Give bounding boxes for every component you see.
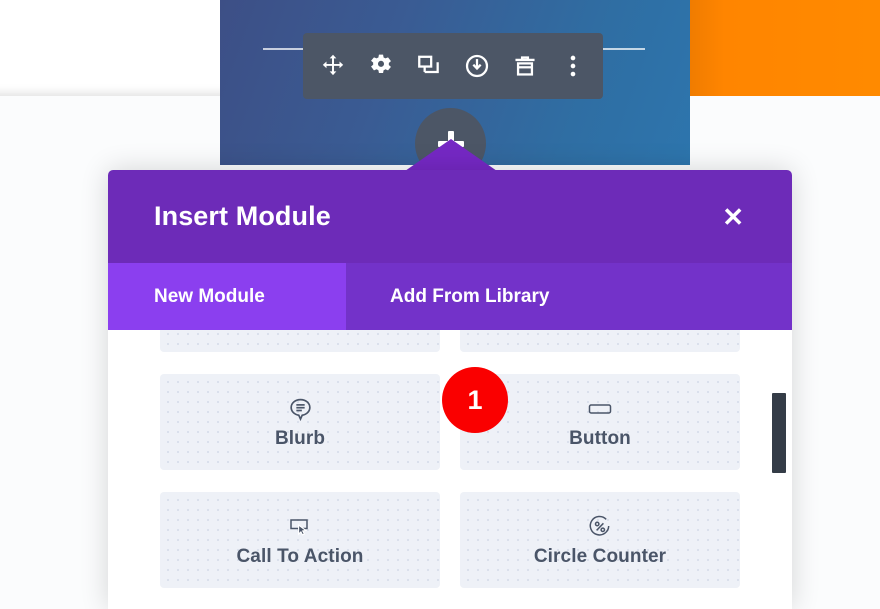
module-row: Call To Action Circle Counter bbox=[160, 492, 740, 588]
module-row-partial bbox=[160, 330, 740, 352]
settings-button[interactable] bbox=[362, 47, 400, 85]
step-badge: 1 bbox=[442, 367, 508, 433]
modal-header: Insert Module ✕ bbox=[108, 170, 792, 263]
more-options-button[interactable] bbox=[554, 47, 592, 85]
speech-bubble-lines-icon bbox=[287, 394, 314, 424]
rectangle-cursor-icon bbox=[286, 512, 314, 542]
delete-button[interactable] bbox=[506, 47, 544, 85]
close-icon[interactable]: ✕ bbox=[720, 200, 746, 234]
section-rule-left bbox=[263, 48, 308, 50]
modal-tab-bar: New Module Add From Library bbox=[108, 263, 792, 330]
duplicate-icon bbox=[416, 53, 442, 79]
module-card[interactable] bbox=[160, 330, 440, 352]
module-card-circle-counter[interactable]: Circle Counter bbox=[460, 492, 740, 588]
modal-pointer-arrow bbox=[405, 139, 497, 171]
tab-new-module[interactable]: New Module bbox=[108, 263, 346, 330]
more-vertical-icon bbox=[560, 53, 586, 79]
scrollbar-thumb[interactable] bbox=[772, 393, 786, 473]
tab-add-from-library[interactable]: Add From Library bbox=[346, 263, 792, 330]
power-icon bbox=[464, 53, 490, 79]
percent-circle-icon bbox=[586, 512, 614, 542]
rounded-rectangle-icon bbox=[586, 394, 614, 424]
module-card-blurb[interactable]: Blurb bbox=[160, 374, 440, 470]
module-grid: Blurb Button Call To Action Circle Count… bbox=[108, 330, 792, 609]
section-rule-right bbox=[600, 48, 645, 50]
orange-section-block bbox=[690, 0, 880, 96]
module-list-panel: Blurb Button Call To Action Circle Count… bbox=[108, 330, 792, 609]
disable-button[interactable] bbox=[458, 47, 496, 85]
module-card-label: Button bbox=[569, 428, 631, 449]
module-settings-toolbar[interactable] bbox=[303, 33, 603, 99]
trash-icon bbox=[512, 53, 538, 79]
module-card-label: Blurb bbox=[274, 428, 326, 449]
module-card[interactable] bbox=[460, 330, 740, 352]
tab-add-from-library-label: Add From Library bbox=[390, 285, 550, 307]
tab-new-module-label: New Module bbox=[154, 285, 265, 307]
module-card-call-to-action[interactable]: Call To Action bbox=[160, 492, 440, 588]
move-icon bbox=[320, 53, 346, 79]
duplicate-button[interactable] bbox=[410, 47, 448, 85]
modules-scrollbar[interactable] bbox=[772, 330, 786, 609]
module-card-label: Call To Action bbox=[236, 546, 364, 567]
builder-screen: Insert Module ✕ New Module Add From Libr… bbox=[0, 0, 880, 609]
page-title: Insert Module bbox=[154, 201, 331, 231]
move-button[interactable] bbox=[314, 47, 352, 85]
gear-icon bbox=[368, 53, 394, 79]
module-card-label: Circle Counter bbox=[533, 546, 667, 567]
